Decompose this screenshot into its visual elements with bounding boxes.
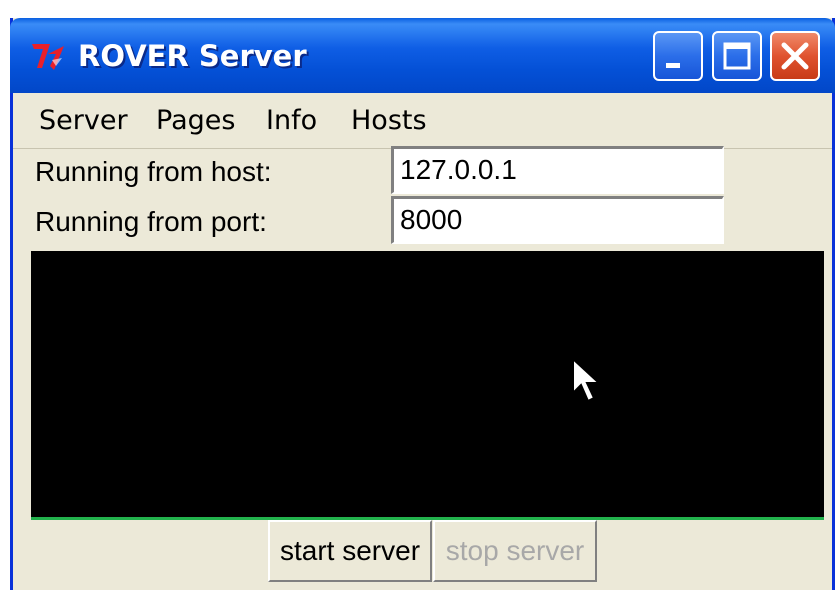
port-label: Running from port: — [35, 206, 267, 237]
menu-hosts[interactable]: Hosts — [351, 101, 427, 141]
tk-feather-icon — [28, 36, 68, 74]
menu-pages[interactable]: Pages — [156, 101, 235, 141]
maximize-button[interactable] — [712, 31, 762, 81]
start-server-button[interactable]: start server — [268, 520, 432, 582]
minimize-button[interactable] — [653, 31, 703, 81]
mouse-pointer-icon — [571, 356, 605, 409]
menu-info[interactable]: Info — [266, 101, 317, 141]
window-title: ROVER Server — [78, 39, 307, 73]
stop-server-button[interactable]: stop server — [433, 520, 597, 582]
menu-bar: Server Pages Info Hosts — [13, 93, 832, 149]
server-log-console[interactable] — [31, 251, 824, 520]
host-label: Running from host: — [35, 156, 272, 187]
app-window: ROVER Server Server Pages Info Hosts Run… — [10, 18, 835, 590]
title-bar[interactable]: ROVER Server — [10, 18, 835, 93]
host-field[interactable]: 127.0.0.1 — [391, 146, 724, 194]
port-field[interactable]: 8000 — [391, 196, 724, 244]
close-button[interactable] — [770, 31, 820, 81]
menu-server[interactable]: Server — [39, 101, 128, 141]
